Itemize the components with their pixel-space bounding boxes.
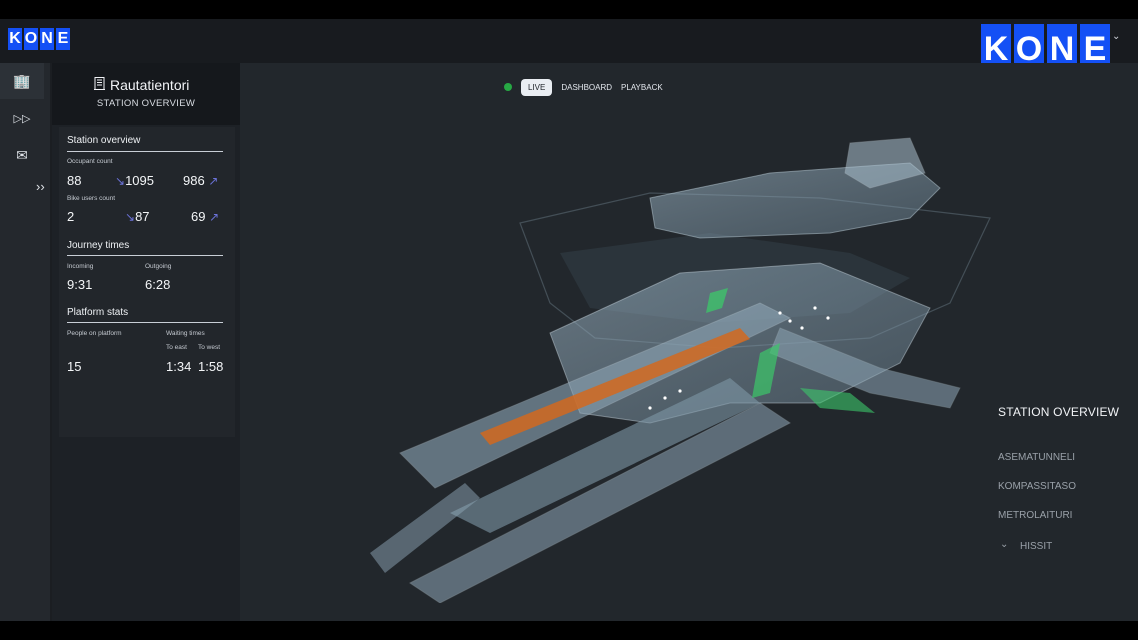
arrow-in-icon: ↘ <box>115 174 126 188</box>
passenger-dot <box>778 311 782 315</box>
nav-messages-button[interactable]: ✉ <box>0 137 44 173</box>
passenger-dot <box>813 306 817 310</box>
occupant-in: ↘1095 <box>115 173 154 188</box>
arrow-in-icon: ↘ <box>125 210 136 224</box>
nav-hissit[interactable]: HISSIT <box>1020 541 1052 552</box>
incoming-value: 9:31 <box>67 277 93 292</box>
bike-current: 2 <box>67 209 75 224</box>
side-panel: Rautatientori STATION OVERVIEW Station o… <box>52 63 240 621</box>
station-3d-viewport[interactable]: LIVE DASHBOARD PLAYBACK STATION OVERVIEW… <box>240 63 1138 621</box>
outgoing-label: Outgoing <box>145 263 172 270</box>
station-subtitle: STATION OVERVIEW <box>96 98 196 109</box>
occupant-out: 986 ↗ <box>183 173 219 188</box>
building-icon: 🏢 <box>13 72 31 89</box>
chevron-down-icon[interactable]: ⌄ <box>1000 539 1008 550</box>
chevron-down-icon[interactable]: ⌄ <box>1112 31 1120 42</box>
mode-live-button[interactable]: LIVE <box>521 78 553 96</box>
passenger-dot <box>663 396 667 400</box>
logo-letter: N <box>40 28 54 50</box>
passenger-dot <box>788 319 792 323</box>
east-label: To east <box>166 344 187 351</box>
letterbox-bottom <box>0 621 1138 640</box>
nav-playback-button[interactable]: ▷▷ <box>0 100 44 136</box>
west-value: 1:58 <box>198 359 224 374</box>
nav-station-overview[interactable]: STATION OVERVIEW <box>998 405 1119 419</box>
stats-card: Station overview Occupant count 88 ↘1095… <box>59 127 235 437</box>
nav-kompassitaso[interactable]: KOMPASSITASO <box>998 481 1076 492</box>
east-value: 1:34 <box>166 359 192 374</box>
people-value: 15 <box>67 359 82 374</box>
occupant-count-label: Occupant count <box>67 158 113 165</box>
logo-letter: O <box>24 28 38 50</box>
letterbox-top <box>0 0 1138 19</box>
arrow-out-icon: ↗ <box>209 210 220 224</box>
divider <box>67 322 223 323</box>
passenger-dot <box>678 389 682 393</box>
nav-station-button[interactable]: 🏢 <box>0 63 44 99</box>
icon-rail: 🏢 ▷▷ ✉ ›› <box>0 63 50 621</box>
divider <box>67 255 223 256</box>
app-window: K O N E K O N E ⌄ 🏢 ▷▷ ✉ ›› Rautatientor… <box>0 19 1138 621</box>
mode-playback-button[interactable]: PLAYBACK <box>621 83 663 92</box>
station-header: Rautatientori STATION OVERVIEW <box>52 63 240 125</box>
expand-icon[interactable]: ›› <box>36 179 45 194</box>
building-icon <box>94 77 105 90</box>
mode-switcher: LIVE DASHBOARD PLAYBACK <box>504 77 663 97</box>
nav-metrolaituri[interactable]: METROLAITURI <box>998 510 1072 521</box>
mode-dashboard-button[interactable]: DASHBOARD <box>561 83 612 92</box>
nav-asematunneli[interactable]: ASEMATUNNELI <box>998 452 1075 463</box>
station-name: Rautatientori <box>110 77 190 93</box>
station-3d-model[interactable] <box>350 103 1090 603</box>
overview-title: Station overview <box>67 135 141 146</box>
bike-out: 69 ↗ <box>191 209 220 224</box>
passenger-dot <box>800 326 804 330</box>
top-bar: K O N E K O N E ⌄ <box>0 19 1138 74</box>
kone-logo-small[interactable]: K O N E <box>8 28 70 50</box>
passenger-dot <box>648 406 652 410</box>
incoming-label: Incoming <box>67 263 94 270</box>
people-label: People on platform <box>67 330 122 337</box>
bike-in: ↘87 <box>125 209 150 224</box>
divider <box>67 151 223 152</box>
passenger-dot <box>826 316 830 320</box>
bike-count-label: Bike users count <box>67 195 116 202</box>
fast-forward-icon: ▷▷ <box>13 112 31 125</box>
level-navigation: STATION OVERVIEW ASEMATUNNELI KOMPASSITA… <box>998 63 1138 621</box>
logo-letter: K <box>8 28 22 50</box>
outgoing-value: 6:28 <box>145 277 171 292</box>
waiting-label: Waiting times <box>166 330 205 337</box>
journey-title: Journey times <box>67 240 130 251</box>
logo-letter: E <box>56 28 70 50</box>
live-indicator-icon <box>504 83 512 91</box>
arrow-out-icon: ↗ <box>208 174 219 188</box>
mail-icon: ✉ <box>16 146 28 163</box>
occupant-current: 88 <box>67 173 82 188</box>
platform-title: Platform stats <box>67 307 129 318</box>
west-label: To west <box>198 344 221 351</box>
